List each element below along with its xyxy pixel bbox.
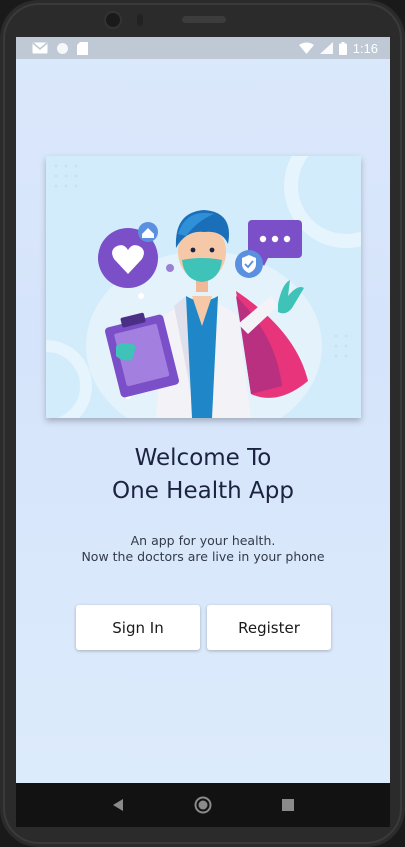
phone-frame: 1:16 Welcome To One Health App An app fo…	[0, 0, 405, 847]
status-time: 1:16	[352, 40, 378, 56]
doctor-illustration	[46, 156, 361, 418]
welcome-subtitle: An app for your health. Now the doctors …	[16, 533, 390, 565]
welcome-title-line2: One Health App	[112, 478, 294, 504]
hero-illustration-card	[46, 156, 361, 418]
status-bar: 1:16	[16, 37, 390, 59]
recents-button[interactable]	[276, 793, 300, 817]
subtitle-line2: Now the doctors are live in your phone	[81, 549, 325, 564]
home-button[interactable]	[191, 793, 215, 817]
earpiece-speaker	[182, 16, 226, 23]
sign-in-button[interactable]: Sign In	[76, 605, 200, 650]
subtitle-line1: An app for your health.	[130, 533, 276, 548]
app-screen: 1:16 Welcome To One Health App An app fo…	[16, 37, 390, 783]
signal-icon	[319, 42, 333, 54]
system-nav-bar	[16, 783, 390, 827]
back-button[interactable]	[106, 793, 130, 817]
back-icon	[113, 799, 124, 811]
recents-icon	[281, 799, 294, 811]
welcome-title-line1: Welcome To	[134, 445, 272, 471]
circle-icon	[57, 42, 68, 54]
front-camera	[104, 11, 122, 29]
wifi-icon	[298, 42, 314, 54]
gmail-icon	[32, 42, 48, 54]
welcome-title: Welcome To One Health App	[16, 442, 390, 508]
home-icon	[194, 796, 212, 814]
register-button[interactable]: Register	[207, 605, 331, 650]
battery-icon	[338, 41, 347, 55]
sd-card-icon	[77, 41, 88, 55]
sensor	[137, 14, 143, 26]
